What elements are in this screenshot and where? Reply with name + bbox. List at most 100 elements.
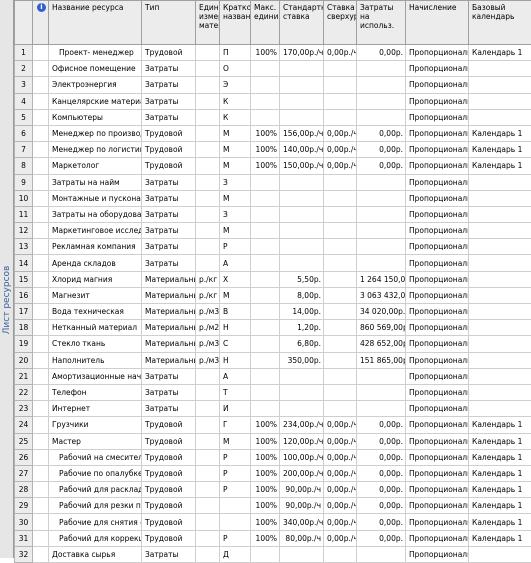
cell-ovt-rate[interactable] <box>324 206 357 222</box>
header-std-rate[interactable]: Стандартная ставка <box>280 1 324 45</box>
row-number[interactable]: 3 <box>15 77 33 93</box>
cell-type[interactable]: Трудовой <box>142 125 196 141</box>
cell-ovt-rate[interactable] <box>324 384 357 400</box>
cell-std-rate[interactable]: 90,00р./ч <box>280 498 324 514</box>
cell-ovt-rate[interactable]: 0,00р./ч <box>324 498 357 514</box>
cell-std-rate[interactable]: 1,20р. <box>280 320 324 336</box>
row-indicator[interactable] <box>33 158 49 174</box>
cell-material-unit[interactable] <box>196 384 220 400</box>
cell-base-calendar[interactable] <box>469 190 531 206</box>
cell-max-units[interactable] <box>251 206 280 222</box>
cell-max-units[interactable] <box>251 174 280 190</box>
cell-initials[interactable]: Г <box>220 417 251 433</box>
row-number[interactable]: 1 <box>15 45 33 61</box>
cell-accrue[interactable]: Пропорциональное <box>406 93 469 109</box>
cell-resource-name[interactable]: Офисное помещение <box>49 61 142 77</box>
row-number[interactable]: 28 <box>15 482 33 498</box>
cell-accrue[interactable]: Пропорциональное <box>406 287 469 303</box>
cell-ovt-rate[interactable] <box>324 93 357 109</box>
cell-ovt-rate[interactable]: 0,00р./ч <box>324 45 357 61</box>
cell-max-units[interactable]: 100% <box>251 45 280 61</box>
cell-type[interactable]: Затраты <box>142 206 196 222</box>
cell-ovt-rate[interactable] <box>324 546 357 562</box>
cell-ovt-rate[interactable] <box>324 61 357 77</box>
cell-max-units[interactable] <box>251 401 280 417</box>
cell-ovt-rate[interactable] <box>324 77 357 93</box>
row-indicator[interactable] <box>33 352 49 368</box>
cell-material-unit[interactable] <box>196 61 220 77</box>
cell-max-units[interactable] <box>251 190 280 206</box>
cell-resource-name[interactable]: Рабочий для резки плит <box>49 498 142 514</box>
cell-resource-name[interactable]: Амортизационные начисления <box>49 368 142 384</box>
cell-accrue[interactable]: Пропорциональное <box>406 482 469 498</box>
table-row[interactable]: 8МаркетологТрудовойМ100%150,00р./ч0,00р.… <box>15 158 531 174</box>
cell-ovt-rate[interactable] <box>324 304 357 320</box>
cell-base-calendar[interactable]: Календарь 1 <box>469 417 531 433</box>
select-all-corner[interactable] <box>15 1 33 45</box>
cell-max-units[interactable] <box>251 320 280 336</box>
cell-ovt-rate[interactable] <box>324 287 357 303</box>
row-number[interactable]: 13 <box>15 239 33 255</box>
cell-ovt-rate[interactable]: 0,00р./ч <box>324 142 357 158</box>
row-number[interactable]: 31 <box>15 530 33 546</box>
cell-type[interactable]: Трудовой <box>142 482 196 498</box>
header-initials[interactable]: Краткое название <box>220 1 251 45</box>
cell-base-calendar[interactable]: Календарь 1 <box>469 142 531 158</box>
cell-ovt-rate[interactable] <box>324 336 357 352</box>
table-row[interactable]: 11Затраты на оборудованиеЗатратыЗПропорц… <box>15 206 531 222</box>
cell-type[interactable]: Затраты <box>142 255 196 271</box>
row-indicator[interactable] <box>33 417 49 433</box>
cell-accrue[interactable]: Пропорциональное <box>406 336 469 352</box>
cell-base-calendar[interactable] <box>469 93 531 109</box>
cell-resource-name[interactable]: Доставка сырья <box>49 546 142 562</box>
cell-type[interactable]: Материальный <box>142 304 196 320</box>
row-indicator[interactable] <box>33 93 49 109</box>
cell-ovt-rate[interactable]: 0,00р./ч <box>324 158 357 174</box>
cell-std-rate[interactable]: 14,00р. <box>280 304 324 320</box>
cell-material-unit[interactable] <box>196 223 220 239</box>
cell-type[interactable]: Трудовой <box>142 514 196 530</box>
cell-initials[interactable]: И <box>220 401 251 417</box>
table-row[interactable]: 18Нетканный материалМатериальныйр./м2Н1,… <box>15 320 531 336</box>
header-resource-name[interactable]: Название ресурса <box>49 1 142 45</box>
cell-max-units[interactable]: 100% <box>251 514 280 530</box>
cell-resource-name[interactable]: Рабочий для коррекции к <box>49 530 142 546</box>
cell-std-rate[interactable] <box>280 546 324 562</box>
cell-std-rate[interactable] <box>280 223 324 239</box>
cell-initials[interactable]: М <box>220 142 251 158</box>
cell-max-units[interactable] <box>251 255 280 271</box>
row-number[interactable]: 32 <box>15 546 33 562</box>
cell-std-rate[interactable]: 80,00р./ч <box>280 530 324 546</box>
cell-std-rate[interactable]: 100,00р./ч <box>280 449 324 465</box>
cell-base-calendar[interactable]: Календарь 1 <box>469 158 531 174</box>
cell-accrue[interactable]: Пропорциональное <box>406 433 469 449</box>
table-row[interactable]: 3ЭлектроэнергияЗатратыЭПропорциональное <box>15 77 531 93</box>
cell-initials[interactable]: М <box>220 433 251 449</box>
cell-initials[interactable]: М <box>220 158 251 174</box>
cell-accrue[interactable]: Пропорциональное <box>406 142 469 158</box>
cell-base-calendar[interactable] <box>469 304 531 320</box>
row-indicator[interactable] <box>33 223 49 239</box>
cell-max-units[interactable] <box>251 271 280 287</box>
cell-type[interactable]: Затраты <box>142 190 196 206</box>
row-indicator[interactable] <box>33 465 49 481</box>
cell-type[interactable]: Материальный <box>142 320 196 336</box>
cell-type[interactable]: Трудовой <box>142 465 196 481</box>
cell-base-calendar[interactable] <box>469 287 531 303</box>
cell-accrue[interactable]: Пропорциональное <box>406 530 469 546</box>
cell-cost-per-use[interactable] <box>357 401 406 417</box>
table-row[interactable]: 23ИнтернетЗатратыИПропорциональное <box>15 401 531 417</box>
header-material-unit[interactable]: Единиц измер матер <box>196 1 220 45</box>
cell-max-units[interactable] <box>251 77 280 93</box>
cell-base-calendar[interactable] <box>469 401 531 417</box>
cell-max-units[interactable] <box>251 546 280 562</box>
row-number[interactable]: 25 <box>15 433 33 449</box>
cell-max-units[interactable] <box>251 61 280 77</box>
cell-resource-name[interactable]: Хлорид магния <box>49 271 142 287</box>
cell-max-units[interactable] <box>251 352 280 368</box>
cell-resource-name[interactable]: Интернет <box>49 401 142 417</box>
cell-resource-name[interactable]: Наполнитель <box>49 352 142 368</box>
table-row[interactable]: 29Рабочий для резки плитТрудовой100%90,0… <box>15 498 531 514</box>
row-indicator[interactable] <box>33 514 49 530</box>
cell-cost-per-use[interactable]: 0,00р. <box>357 433 406 449</box>
